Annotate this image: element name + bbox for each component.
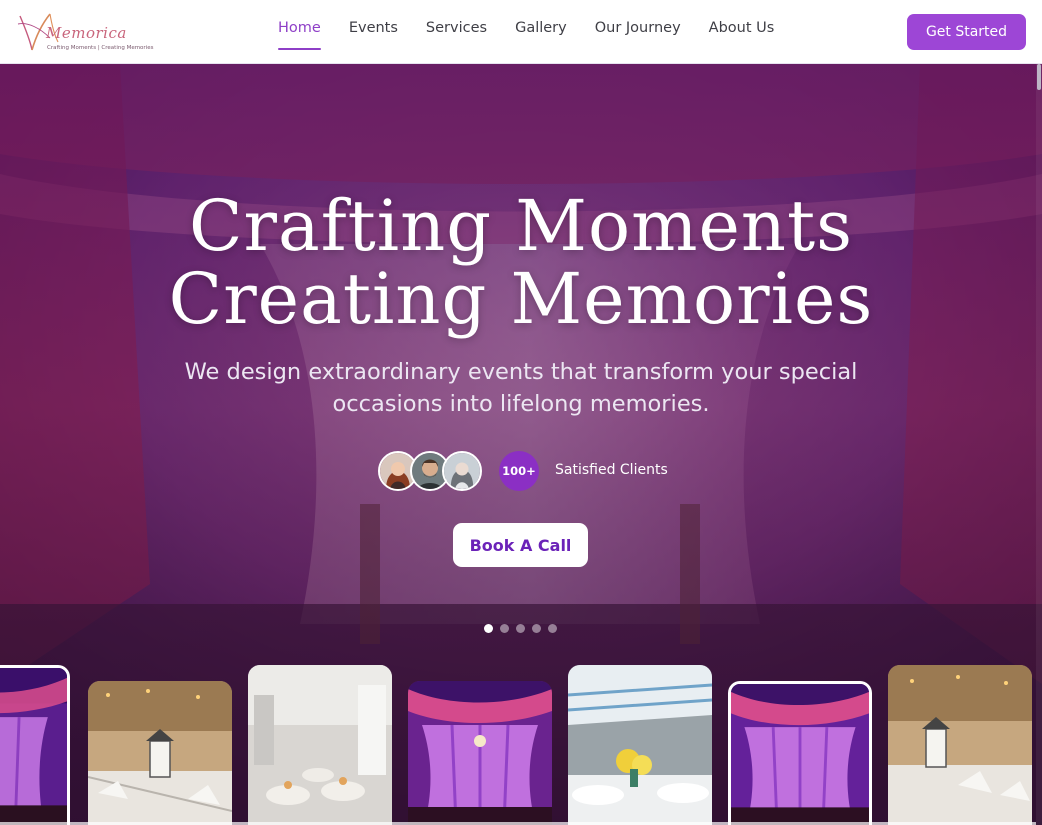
slider-dot-5[interactable] (548, 624, 557, 633)
slider-dot-4[interactable] (532, 624, 541, 633)
nav-events[interactable]: Events (349, 20, 398, 44)
main-nav: Home Events Services Gallery Our Journey… (278, 20, 802, 50)
gallery-thumbnails (0, 664, 1042, 825)
nav-gallery[interactable]: Gallery (515, 20, 567, 44)
thumbnail-7[interactable] (888, 665, 1032, 825)
slider-dot-2[interactable] (500, 624, 509, 633)
white-hall-image (248, 665, 392, 825)
thumbnail-3[interactable] (248, 665, 392, 825)
clients-count-badge: 100+ (499, 451, 539, 491)
tent-flowers-image (568, 665, 712, 825)
banquet-lantern-image-2 (888, 665, 1032, 825)
thumbnail-4[interactable] (408, 681, 552, 825)
client-avatar-3 (442, 451, 482, 491)
nav-about-us[interactable]: About Us (709, 20, 775, 44)
hero-section: Crafting Moments Creating Memories We de… (0, 64, 1042, 825)
slider-dots (484, 624, 564, 633)
woman-avatar-2-icon (444, 453, 480, 489)
scrollbar-thumb[interactable] (1037, 64, 1041, 90)
thumbnail-5[interactable] (568, 665, 712, 825)
purple-stage-image-2 (408, 681, 552, 825)
book-a-call-button[interactable]: Book A Call (453, 523, 588, 567)
brand-logo[interactable]: Memorica Crafting Moments | Creating Mem… (16, 10, 153, 54)
banquet-lantern-image (88, 681, 232, 825)
slider-dot-3[interactable] (516, 624, 525, 633)
thumbnail-6[interactable] (728, 681, 872, 825)
clients-label: Satisfied Clients (555, 462, 668, 478)
hero-subtitle-line-1: We design extraordinary events that tran… (184, 359, 858, 385)
logo-tagline: Crafting Moments | Creating Memories (47, 45, 154, 51)
purple-stage-image-3 (731, 684, 869, 825)
nav-services[interactable]: Services (426, 20, 487, 44)
logo-wordmark: Memorica (46, 24, 127, 42)
thumbnail-1[interactable] (0, 665, 70, 825)
purple-stage-image (0, 668, 67, 825)
nav-home[interactable]: Home (278, 20, 321, 50)
hero-subtitle-line-2: occasions into lifelong memories. (332, 391, 710, 417)
slider-dot-1[interactable] (484, 624, 493, 633)
thumbnail-2[interactable] (88, 681, 232, 825)
hero-headline-line-1: Crafting Moments (188, 185, 854, 267)
satisfied-clients: 100+ Satisfied Clients (378, 451, 678, 491)
site-header: Memorica Crafting Moments | Creating Mem… (0, 0, 1042, 64)
hero-headline-line-2: Creating Memories (168, 258, 874, 340)
nav-our-journey[interactable]: Our Journey (595, 20, 681, 44)
get-started-button[interactable]: Get Started (907, 14, 1026, 50)
